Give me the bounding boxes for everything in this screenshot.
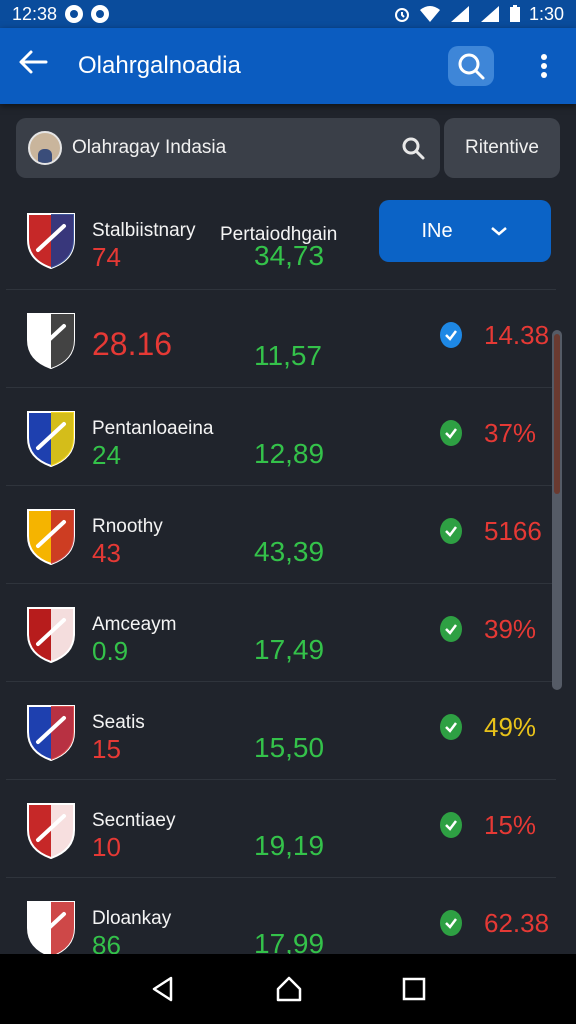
team-crest-icon — [27, 509, 75, 566]
nav-back-icon[interactable] — [149, 975, 177, 1003]
search-icon[interactable] — [398, 133, 428, 163]
team-name: Secntiaey — [92, 810, 176, 831]
team-name: Seatis — [92, 712, 145, 733]
team-name: Stalbiistnary — [92, 220, 196, 241]
team-value: 11,57 — [254, 340, 322, 371]
team-percent: 37% — [484, 418, 537, 448]
team-score: 0.9 — [92, 636, 129, 666]
check-circle-icon[interactable] — [440, 322, 462, 348]
check-circle-icon[interactable] — [440, 714, 462, 740]
team-percent: 5166 — [484, 516, 542, 546]
check-circle-icon[interactable] — [440, 812, 462, 838]
team-percent: 39% — [484, 614, 537, 644]
team-row[interactable]: Rnoothy 43 43,39 5166 — [6, 486, 556, 584]
team-value: 19,19 — [254, 830, 325, 861]
team-row[interactable]: Amceaym 0.9 17,49 39% — [6, 584, 556, 682]
team-row[interactable]: Secntiaey 10 19,19 15% — [6, 780, 556, 878]
team-list: Stalbiistnary 74 34,73 Pertaiodhgain INe 28… — [6, 190, 556, 976]
notification-icon — [65, 5, 84, 23]
team-crest-icon — [27, 803, 75, 860]
team-row[interactable]: Stalbiistnary 74 34,73 Pertaiodhgain INe — [6, 190, 556, 290]
team-value: 43,39 — [254, 536, 325, 567]
status-time-right: 1:30 — [528, 3, 564, 24]
system-nav-bar — [0, 954, 576, 1024]
nav-recents-icon[interactable] — [401, 976, 427, 1002]
team-score: 74 — [92, 242, 121, 272]
page-title: Olahrgalnoadia — [78, 52, 241, 79]
team-name: Amceaym — [92, 614, 177, 635]
more-vert-icon[interactable] — [532, 46, 556, 86]
column-header: Pertaiodhgain — [220, 224, 338, 245]
team-value: 12,89 — [254, 438, 325, 469]
notification-icon-2 — [91, 5, 110, 23]
team-percent: 14.38 — [484, 320, 550, 350]
team-percent: 49% — [484, 712, 537, 742]
team-row[interactable]: Seatis 15 15,50 49% — [6, 682, 556, 780]
team-row[interactable]: 28.16 11,57 14.38 — [6, 290, 556, 388]
chevron-down-icon — [490, 227, 507, 236]
search-input[interactable]: Olahragay Indasia — [16, 118, 440, 178]
alarm-icon — [394, 8, 409, 22]
team-score: 43 — [92, 538, 121, 568]
team-value: 17,49 — [254, 634, 325, 665]
team-score: 24 — [92, 440, 121, 470]
team-score: 15 — [92, 734, 121, 764]
team-percent: 15% — [484, 810, 537, 840]
dropdown-button[interactable]: INe — [379, 200, 551, 262]
avatar — [28, 131, 62, 165]
search-input-value: Olahragay Indasia — [72, 137, 227, 158]
search-icon — [458, 53, 485, 80]
team-percent: 62.38 — [484, 908, 550, 938]
dropdown-label: INe — [421, 219, 453, 242]
scrollbar-thumb[interactable] — [554, 334, 560, 494]
team-crest-icon — [27, 607, 75, 664]
check-circle-icon[interactable] — [440, 518, 462, 544]
wifi-icon — [419, 6, 440, 22]
team-score: 28.16 — [92, 326, 173, 362]
team-row[interactable]: Pentanloaeina 24 12,89 37% — [6, 388, 556, 486]
team-crest-icon — [27, 313, 75, 370]
battery-icon — [509, 5, 520, 22]
check-circle-icon[interactable] — [440, 616, 462, 642]
check-circle-icon[interactable] — [440, 910, 462, 936]
nav-home-icon[interactable] — [274, 975, 304, 1003]
filter-button[interactable]: Ritentive — [444, 118, 560, 178]
scrollbar[interactable] — [552, 330, 562, 690]
app-bar: Olahrgalnoadia — [0, 28, 576, 104]
check-circle-icon[interactable] — [440, 420, 462, 446]
search-button[interactable] — [448, 46, 494, 86]
team-crest-icon — [27, 705, 75, 762]
team-crest-icon — [27, 901, 75, 958]
team-crest-icon — [27, 411, 75, 468]
team-name: Rnoothy — [92, 516, 163, 537]
status-bar: 12:38 1:30 — [0, 0, 576, 28]
team-value: 15,50 — [254, 732, 325, 763]
team-name: Dloankay — [92, 908, 172, 929]
team-crest-icon — [27, 213, 75, 270]
team-score: 10 — [92, 832, 121, 862]
team-name: Pentanloaeina — [92, 418, 214, 439]
arrow-left-icon[interactable] — [18, 49, 58, 83]
status-time-left: 12:38 — [12, 3, 58, 24]
search-row: Olahragay Indasia Ritentive — [16, 118, 560, 178]
signal-icon — [450, 6, 469, 22]
signal-icon-2 — [480, 6, 499, 22]
